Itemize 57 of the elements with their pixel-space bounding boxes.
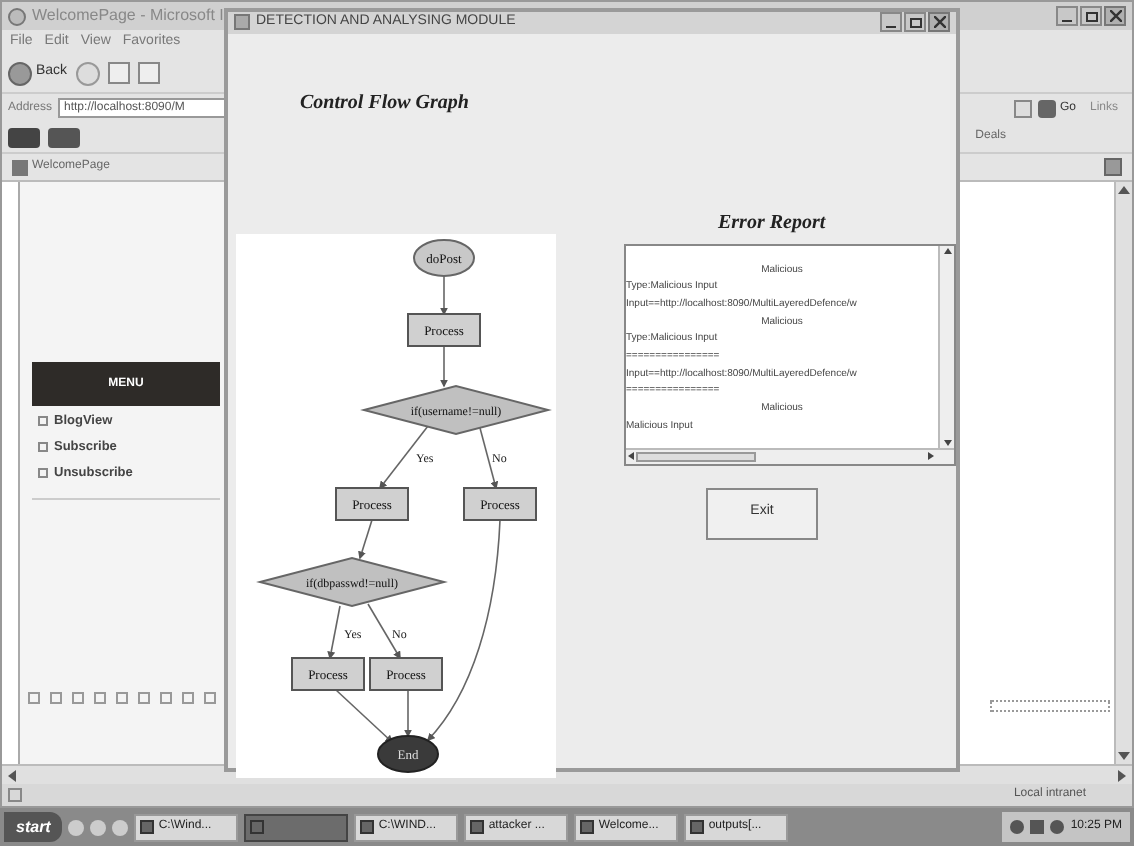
square-icon xyxy=(116,692,128,704)
page-icon xyxy=(12,159,28,175)
bullet-icon xyxy=(38,416,48,427)
back-icon xyxy=(8,61,32,85)
arrow xyxy=(440,274,448,315)
arrow xyxy=(358,518,373,559)
square-icon xyxy=(72,692,84,704)
start-button[interactable]: start xyxy=(4,812,63,842)
window-title: WelcomePage - Microsoft I xyxy=(32,4,224,28)
report-horizontal-scrollbar[interactable] xyxy=(626,447,954,463)
report-vertical-scrollbar[interactable] xyxy=(938,245,954,447)
minimize-button[interactable] xyxy=(880,12,902,33)
graph-heading: Control Flow Graph xyxy=(300,89,471,117)
dropdown-icon[interactable] xyxy=(1013,99,1032,117)
go-icon xyxy=(1037,99,1056,117)
square-icon xyxy=(28,692,40,704)
square-icon xyxy=(204,692,216,704)
minimize-button[interactable] xyxy=(1056,6,1078,26)
window-icon xyxy=(140,820,155,834)
vertical-scrollbar[interactable] xyxy=(1114,182,1132,764)
arrow xyxy=(327,604,341,659)
browser-icon xyxy=(8,7,26,25)
window-icon xyxy=(250,820,265,834)
scroll-up-icon[interactable] xyxy=(1118,186,1130,194)
scroll-up-icon[interactable] xyxy=(943,247,951,253)
maximize-button[interactable] xyxy=(1080,6,1102,26)
close-button[interactable] xyxy=(1104,6,1126,26)
window-icon xyxy=(580,820,595,834)
page-status-icon xyxy=(8,788,22,802)
forward-icon[interactable] xyxy=(75,61,100,85)
arrow xyxy=(379,424,429,489)
refresh-icon[interactable] xyxy=(137,62,160,84)
scroll-right-icon[interactable] xyxy=(928,452,934,460)
toolbar-logo-icon[interactable] xyxy=(8,127,40,147)
maximize-button[interactable] xyxy=(904,12,926,33)
arrow xyxy=(335,688,394,743)
square-icon xyxy=(160,692,172,704)
bullet-icon xyxy=(38,442,48,453)
stop-icon[interactable] xyxy=(107,62,130,84)
app-icon xyxy=(234,14,250,31)
window-icon xyxy=(360,820,375,834)
scroll-thumb[interactable] xyxy=(636,451,756,461)
window-icon xyxy=(470,820,485,834)
toolbar-logo-icon[interactable] xyxy=(48,127,80,147)
arrow xyxy=(404,688,412,737)
close-button[interactable] xyxy=(928,12,950,33)
window-icon xyxy=(690,820,705,834)
square-icon xyxy=(182,692,194,704)
close-icon xyxy=(933,16,945,29)
bullet-icon xyxy=(38,467,48,478)
square-icon xyxy=(50,692,62,704)
arrow xyxy=(440,344,448,387)
taskbar-item[interactable] xyxy=(244,813,349,841)
close-icon xyxy=(1109,10,1121,22)
square-icon xyxy=(138,692,150,704)
report-heading: Error Report xyxy=(718,209,826,237)
square-icon xyxy=(94,692,106,704)
